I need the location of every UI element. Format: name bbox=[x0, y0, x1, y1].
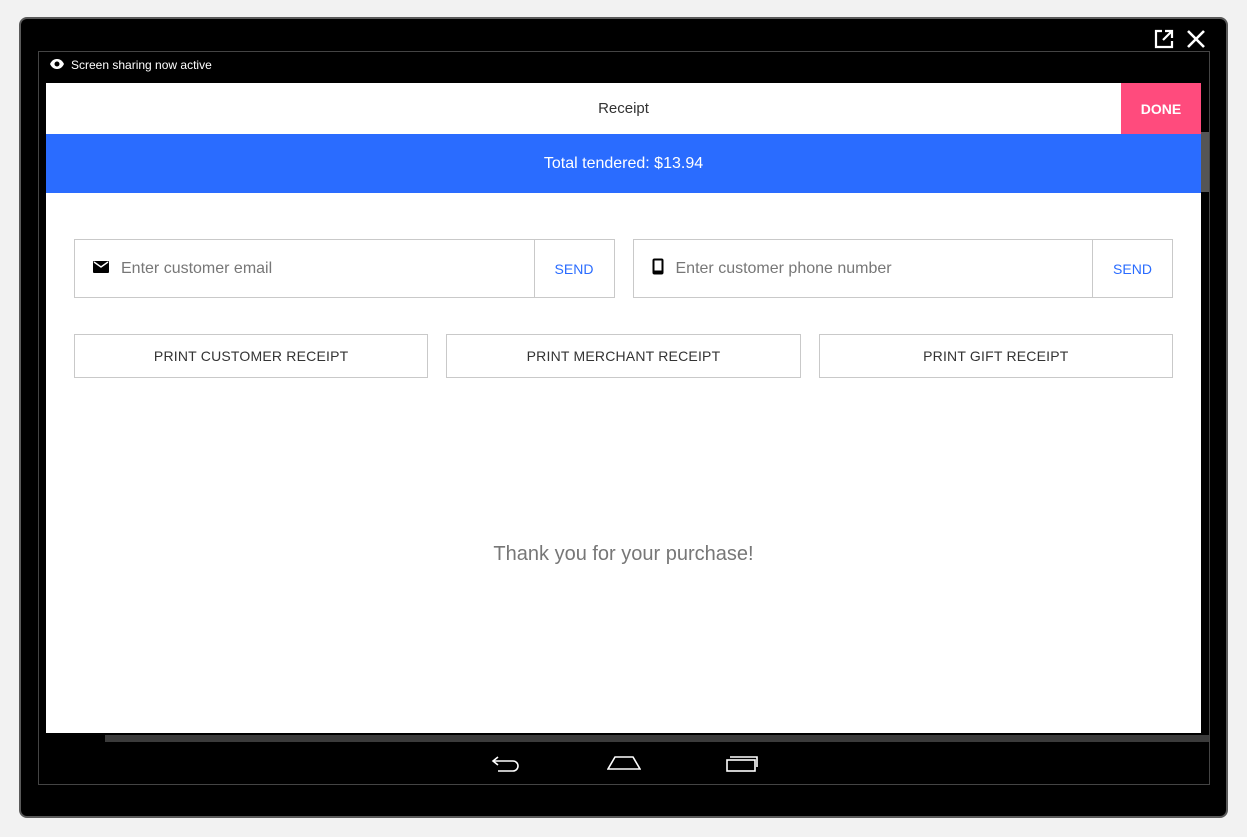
close-icon[interactable] bbox=[1184, 27, 1208, 51]
phone-send-button[interactable]: SEND bbox=[1093, 240, 1172, 297]
email-send-button[interactable]: SEND bbox=[535, 240, 614, 297]
thank-you-message: Thank you for your purchase! bbox=[493, 543, 754, 565]
device-screen: Screen sharing now active Receipt DONE T… bbox=[38, 51, 1210, 785]
share-bar-text: Screen sharing now active bbox=[71, 58, 212, 72]
phone-input-wrapper bbox=[634, 240, 1093, 297]
print-customer-receipt-button[interactable]: PRINT CUSTOMER RECEIPT bbox=[74, 334, 429, 378]
back-icon[interactable] bbox=[484, 748, 528, 778]
device-frame: Screen sharing now active Receipt DONE T… bbox=[19, 17, 1228, 818]
mail-icon bbox=[93, 260, 109, 278]
email-send-group: SEND bbox=[74, 239, 615, 298]
screen-share-banner: Screen sharing now active bbox=[39, 52, 1209, 78]
dialog-title: Receipt bbox=[598, 100, 649, 117]
receipt-dialog: Receipt DONE Total tendered: $13.94 SEND bbox=[46, 83, 1201, 733]
done-button[interactable]: DONE bbox=[1121, 83, 1201, 134]
background-app-edge bbox=[1201, 132, 1209, 192]
total-tendered-banner: Total tendered: $13.94 bbox=[46, 134, 1201, 193]
recents-icon[interactable] bbox=[720, 748, 764, 778]
print-merchant-receipt-button[interactable]: PRINT MERCHANT RECEIPT bbox=[446, 334, 801, 378]
total-tendered-text: Total tendered: $13.94 bbox=[543, 154, 704, 172]
phone-field[interactable] bbox=[675, 259, 1092, 278]
eye-icon bbox=[49, 58, 65, 73]
print-gift-receipt-button[interactable]: PRINT GIFT RECEIPT bbox=[818, 334, 1173, 378]
email-input-wrapper bbox=[75, 240, 535, 297]
window-controls bbox=[1152, 27, 1208, 51]
popout-icon[interactable] bbox=[1152, 27, 1176, 51]
print-receipt-row: PRINT CUSTOMER RECEIPT PRINT MERCHANT RE… bbox=[74, 334, 1173, 378]
phone-send-group: SEND bbox=[632, 239, 1173, 298]
send-receipt-row: SEND SEND bbox=[74, 239, 1173, 298]
dialog-header: Receipt DONE bbox=[46, 83, 1201, 134]
home-icon[interactable] bbox=[602, 748, 646, 778]
phone-icon bbox=[652, 258, 664, 280]
email-field[interactable] bbox=[121, 259, 534, 278]
android-navbar bbox=[39, 742, 1209, 784]
background-app-strip bbox=[105, 735, 1209, 742]
